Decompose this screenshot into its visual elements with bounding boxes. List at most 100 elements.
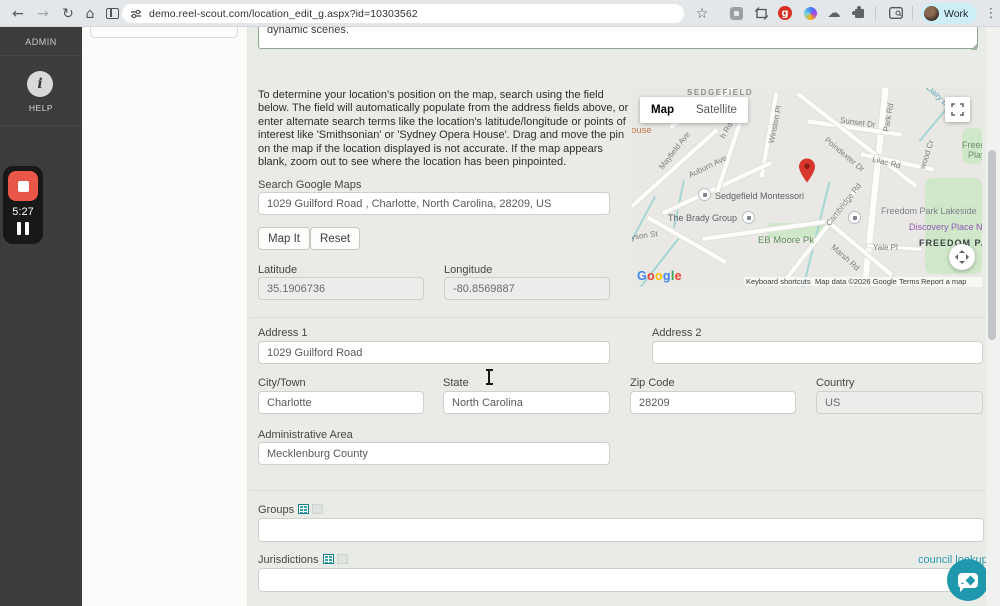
country-label: Country (816, 377, 855, 389)
map-it-button[interactable]: Map It (258, 227, 310, 250)
extension-icon-color[interactable] (802, 5, 818, 21)
chat-bubble-icon (958, 572, 978, 592)
textarea-resize-grip[interactable] (970, 43, 977, 50)
state-label: State (443, 377, 469, 389)
screenshot-frame-icon[interactable] (753, 5, 769, 21)
location-edit-form: dynamic scenes. To determine your locati… (248, 20, 1000, 606)
map-instructions-text: To determine your location's position on… (258, 89, 629, 169)
reload-icon[interactable]: ↻ (58, 4, 78, 23)
jurisdictions-input[interactable] (258, 568, 984, 592)
longitude-label: Longitude (444, 264, 493, 276)
cloud-icon[interactable]: ☁ (826, 5, 842, 21)
map-poi-label: Freedom Park Lakeside (881, 206, 977, 216)
longitude-input[interactable] (444, 277, 610, 300)
zip-input[interactable] (630, 391, 796, 414)
extension-icon-gray[interactable] (728, 5, 744, 21)
map-label: Play (968, 150, 982, 160)
fullscreen-icon (951, 103, 964, 116)
text-cursor (485, 369, 493, 385)
help-info-icon[interactable]: i (27, 71, 53, 97)
chat-widget-button[interactable] (947, 559, 989, 601)
map-type-satellite-button[interactable]: Satellite (685, 97, 748, 123)
address1-input[interactable] (258, 341, 610, 364)
latitude-label: Latitude (258, 264, 298, 276)
city-input[interactable] (258, 391, 424, 414)
extensions-puzzle-icon[interactable] (851, 5, 867, 21)
browser-toolbar: ← → ↻ ⌂ demo.reel-scout.com/location_edi… (0, 0, 1000, 27)
poi-icon[interactable] (742, 211, 755, 224)
stop-recording-button[interactable] (8, 171, 38, 201)
sidebar-item-help[interactable]: HELP (0, 103, 82, 113)
bookmark-star-icon[interactable]: ☆ (692, 4, 712, 23)
map-label: Yale Pl (873, 243, 898, 252)
groups-label-row: Groups (258, 504, 324, 516)
split-view-icon[interactable] (102, 4, 122, 23)
map-pin[interactable] (799, 158, 815, 183)
address2-label: Address 2 (652, 327, 702, 339)
jurisdictions-label-row: Jurisdictions (258, 554, 348, 566)
pan-down-icon (959, 261, 965, 267)
map-poi-label: The Brady Group (668, 213, 738, 223)
pan-up-icon (959, 247, 965, 253)
secondary-panel (82, 18, 248, 606)
profile-chip[interactable]: Work (921, 3, 978, 24)
terms-link[interactable]: Terms (897, 277, 922, 286)
pan-control[interactable] (949, 244, 975, 270)
side-panel-search-icon[interactable] (888, 5, 904, 21)
address2-input[interactable] (652, 341, 983, 364)
admin-area-label: Administrative Area (258, 429, 353, 441)
groups-picker-icon[interactable] (298, 504, 310, 514)
groups-label: Groups (258, 504, 295, 516)
pan-left-icon (952, 254, 958, 260)
map-label: SEDGEFIELD (687, 88, 754, 97)
groups-secondary-icon[interactable] (312, 504, 324, 514)
latitude-input[interactable] (258, 277, 424, 300)
jurisdictions-secondary-icon[interactable] (336, 554, 348, 564)
keyboard-shortcuts-link[interactable]: Keyboard shortcuts (744, 277, 813, 286)
profile-name: Work (944, 7, 969, 20)
browser-menu-icon[interactable]: ⋮ (981, 4, 1000, 23)
toolbar-divider (875, 6, 876, 21)
site-settings-icon[interactable] (130, 8, 142, 20)
jurisdictions-label: Jurisdictions (258, 554, 319, 566)
url-text: demo.reel-scout.com/location_edit_g.aspx… (149, 7, 418, 20)
road (647, 215, 727, 265)
country-input[interactable] (816, 391, 983, 414)
map-type-map-button[interactable]: Map (640, 97, 685, 123)
recording-timer: 5:27 (12, 206, 34, 218)
admin-area-input[interactable] (258, 442, 610, 465)
state-input[interactable] (443, 391, 610, 414)
zip-label: Zip Code (630, 377, 675, 389)
map-poi-label: Discovery Place N (909, 222, 982, 232)
poi-icon[interactable] (848, 211, 861, 224)
poi-icon[interactable] (698, 188, 711, 201)
grammarly-badge-icon[interactable]: g (777, 5, 793, 21)
google-logo[interactable]: Google (637, 269, 682, 283)
home-icon[interactable]: ⌂ (80, 4, 100, 23)
search-google-maps-label: Search Google Maps (258, 179, 362, 191)
reset-button[interactable]: Reset (310, 227, 361, 250)
jurisdictions-picker-icon[interactable] (322, 554, 334, 564)
report-map-error-link[interactable]: Report a map error (919, 277, 982, 287)
map-label: ouse (632, 125, 652, 136)
scrollbar-thumb[interactable] (988, 150, 996, 340)
section-divider (250, 317, 995, 318)
map-label: FREEDOM PA (919, 238, 982, 248)
groups-input[interactable] (258, 518, 984, 542)
map-label: EB Moore Pk (758, 235, 814, 246)
google-maps-search-input[interactable] (258, 192, 610, 215)
map-type-control: Map Satellite (640, 97, 748, 123)
screen-recorder-widget: 5:27 (3, 166, 43, 244)
map-label: wood Cr (918, 138, 936, 171)
forward-icon[interactable]: → (33, 4, 53, 23)
sidebar-item-admin[interactable]: ADMIN (0, 37, 82, 47)
map-label: Freedo (962, 140, 982, 150)
map-poi-label: Sedgefield Montessori (715, 191, 805, 201)
back-icon[interactable]: ← (8, 4, 28, 23)
city-label: City/Town (258, 377, 306, 389)
pan-right-icon (966, 254, 972, 260)
google-map[interactable]: SEDGEFIELD ouse Mayfield Ave h Rd Winsto… (632, 88, 982, 287)
address-bar[interactable]: demo.reel-scout.com/location_edit_g.aspx… (122, 4, 684, 23)
fullscreen-button[interactable] (945, 97, 970, 122)
pause-recording-button[interactable] (14, 222, 32, 236)
